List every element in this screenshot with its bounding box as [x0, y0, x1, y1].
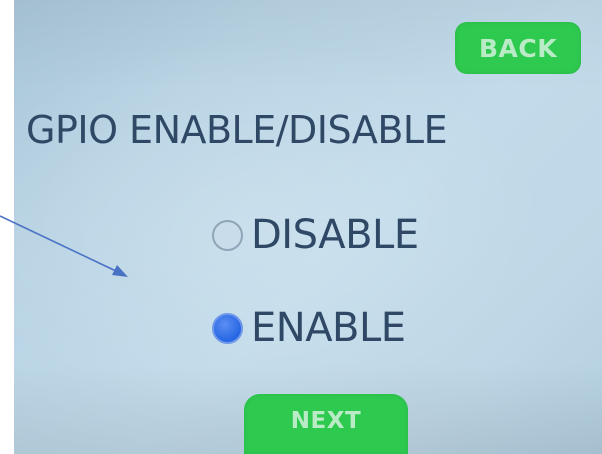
- radio-unselected-icon[interactable]: [212, 219, 243, 251]
- lcd-screen: BACK GPIO ENABLE/DISABLE DISABLE ENABLE …: [14, 0, 602, 454]
- page-title: GPIO ENABLE/DISABLE: [26, 108, 448, 152]
- radio-option-label: ENABLE: [251, 305, 406, 351]
- radio-option-disable[interactable]: DISABLE: [212, 212, 419, 258]
- radio-option-enable[interactable]: ENABLE: [212, 305, 406, 351]
- next-button[interactable]: NEXT: [244, 394, 408, 454]
- back-button[interactable]: BACK: [455, 22, 581, 74]
- radio-selected-icon[interactable]: [212, 312, 243, 344]
- radio-option-label: DISABLE: [251, 212, 419, 258]
- next-button-label: NEXT: [290, 408, 362, 434]
- back-button-label: BACK: [478, 33, 558, 63]
- photo-frame: BACK GPIO ENABLE/DISABLE DISABLE ENABLE …: [0, 0, 602, 454]
